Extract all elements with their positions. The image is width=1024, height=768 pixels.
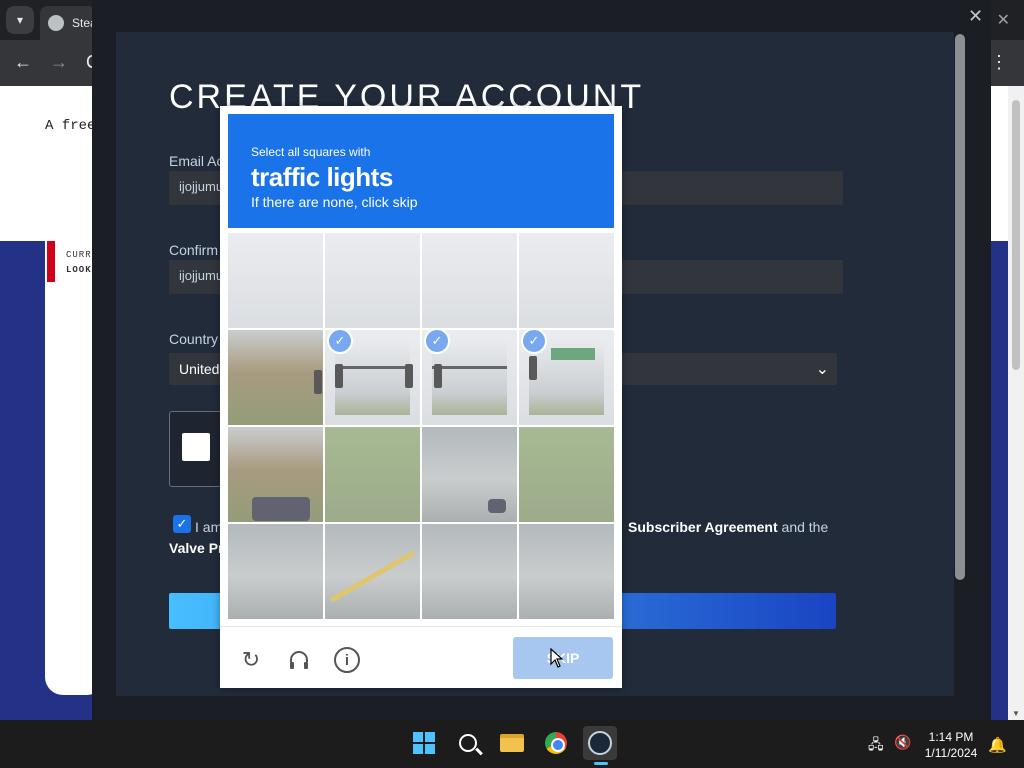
headphones-icon[interactable] xyxy=(286,647,312,673)
captcha-tile[interactable] xyxy=(228,233,323,328)
network-icon[interactable]: 🖧 xyxy=(868,734,884,758)
traffic-light-icon xyxy=(335,364,343,388)
car xyxy=(488,499,506,513)
notification-bell-icon[interactable]: 🔔 xyxy=(988,736,1007,754)
privacy-policy-link[interactable]: Valve Pr xyxy=(169,540,224,556)
captcha-tile[interactable] xyxy=(519,427,614,522)
traffic-light-icon xyxy=(434,364,442,388)
page-intro-text: A free xyxy=(45,118,96,134)
active-indicator xyxy=(594,762,608,765)
captcha-hint: If there are none, click skip xyxy=(251,194,418,210)
traffic-light-icon xyxy=(314,370,322,394)
captcha-instruction: Select all squares with xyxy=(251,145,371,159)
window-close-button[interactable]: ✕ xyxy=(997,10,1010,30)
clock-time: 1:14 PM xyxy=(928,730,974,744)
captcha-tile-selected[interactable]: ✓ xyxy=(422,330,517,425)
confirm-email-label: Confirm xyxy=(169,242,219,258)
subscriber-agreement-link[interactable]: Subscriber Agreement xyxy=(628,519,778,535)
agree-checkbox[interactable]: ✓ xyxy=(173,515,191,533)
agree-suffix: and the xyxy=(781,519,829,535)
captcha-tile[interactable] xyxy=(422,524,517,619)
start-button[interactable] xyxy=(407,726,441,760)
page-scrollbar[interactable]: ▼ xyxy=(1008,86,1024,720)
agree-text-end: Subscriber Agreement and the xyxy=(628,519,828,535)
headphones-svg xyxy=(290,651,308,669)
captcha-target: traffic lights xyxy=(251,162,393,192)
signal-pole xyxy=(335,366,410,369)
page-scrollbar-thumb[interactable] xyxy=(1012,100,1020,370)
captcha-challenge: Select all squares with traffic lights I… xyxy=(220,106,622,688)
modal-close-button[interactable]: ✕ xyxy=(968,6,983,27)
browser-tab[interactable]: Steam xyxy=(40,6,96,40)
captcha-tile-selected[interactable]: ✓ xyxy=(325,330,420,425)
traffic-light-icon xyxy=(405,364,413,388)
windows-icon xyxy=(413,732,435,754)
mouse-cursor-icon xyxy=(550,648,564,668)
steam-button[interactable] xyxy=(583,726,617,760)
modal-scrollbar[interactable] xyxy=(955,34,965,580)
checkmark-icon: ✓ xyxy=(176,516,188,531)
chevron-down-icon: ▾ xyxy=(16,13,24,27)
captcha-tile[interactable] xyxy=(228,524,323,619)
search-button[interactable] xyxy=(451,726,485,760)
volume-muted-icon[interactable]: 🔇 xyxy=(894,734,911,751)
captcha-tile[interactable] xyxy=(519,524,614,619)
captcha-tile[interactable] xyxy=(228,330,323,425)
captcha-tile[interactable] xyxy=(325,524,420,619)
captcha-tile[interactable] xyxy=(325,233,420,328)
captcha-tile[interactable] xyxy=(422,233,517,328)
country-value: United xyxy=(179,361,220,377)
email-label: Email Ac xyxy=(169,153,224,169)
chrome-button[interactable] xyxy=(539,726,573,760)
file-explorer-button[interactable] xyxy=(495,726,529,760)
globe-icon xyxy=(48,15,64,31)
road-line xyxy=(330,550,415,603)
captcha-tile[interactable] xyxy=(325,427,420,522)
forward-button[interactable]: → xyxy=(50,52,68,72)
refresh-icon[interactable]: ↻ xyxy=(238,647,264,673)
captcha-tile-selected[interactable]: ✓ xyxy=(519,330,614,425)
captcha-header: Select all squares with traffic lights I… xyxy=(228,114,614,228)
folder-icon xyxy=(500,734,524,752)
page-small-text: CURR xyxy=(66,250,92,260)
chevron-down-icon: ⌄ xyxy=(815,361,829,378)
car xyxy=(252,497,310,521)
info-icon[interactable]: i xyxy=(334,647,360,673)
clock-date: 1/11/2024 xyxy=(924,746,978,760)
traffic-light-icon xyxy=(529,356,537,380)
chrome-icon xyxy=(545,732,567,754)
search-icon xyxy=(459,734,477,752)
browser-menu-button[interactable]: ⋮ xyxy=(990,52,1008,73)
captcha-tile[interactable] xyxy=(422,427,517,522)
tab-search-button[interactable]: ▾ xyxy=(6,6,34,34)
agree-text: I am xyxy=(195,519,223,535)
steam-icon xyxy=(588,731,612,755)
captcha-tile[interactable] xyxy=(228,427,323,522)
street-sign xyxy=(551,348,595,360)
country-label: Country xyxy=(169,331,219,347)
signal-pole xyxy=(432,366,507,369)
page-small-text: LOOK xyxy=(66,265,92,275)
back-button[interactable]: ← xyxy=(14,52,32,72)
page-red-accent xyxy=(47,241,55,282)
scroll-down-icon[interactable]: ▼ xyxy=(1012,709,1020,718)
clock[interactable]: 1:14 PM 1/11/2024 xyxy=(920,729,982,761)
captcha-tile[interactable] xyxy=(519,233,614,328)
captcha-checkbox[interactable] xyxy=(182,433,210,461)
